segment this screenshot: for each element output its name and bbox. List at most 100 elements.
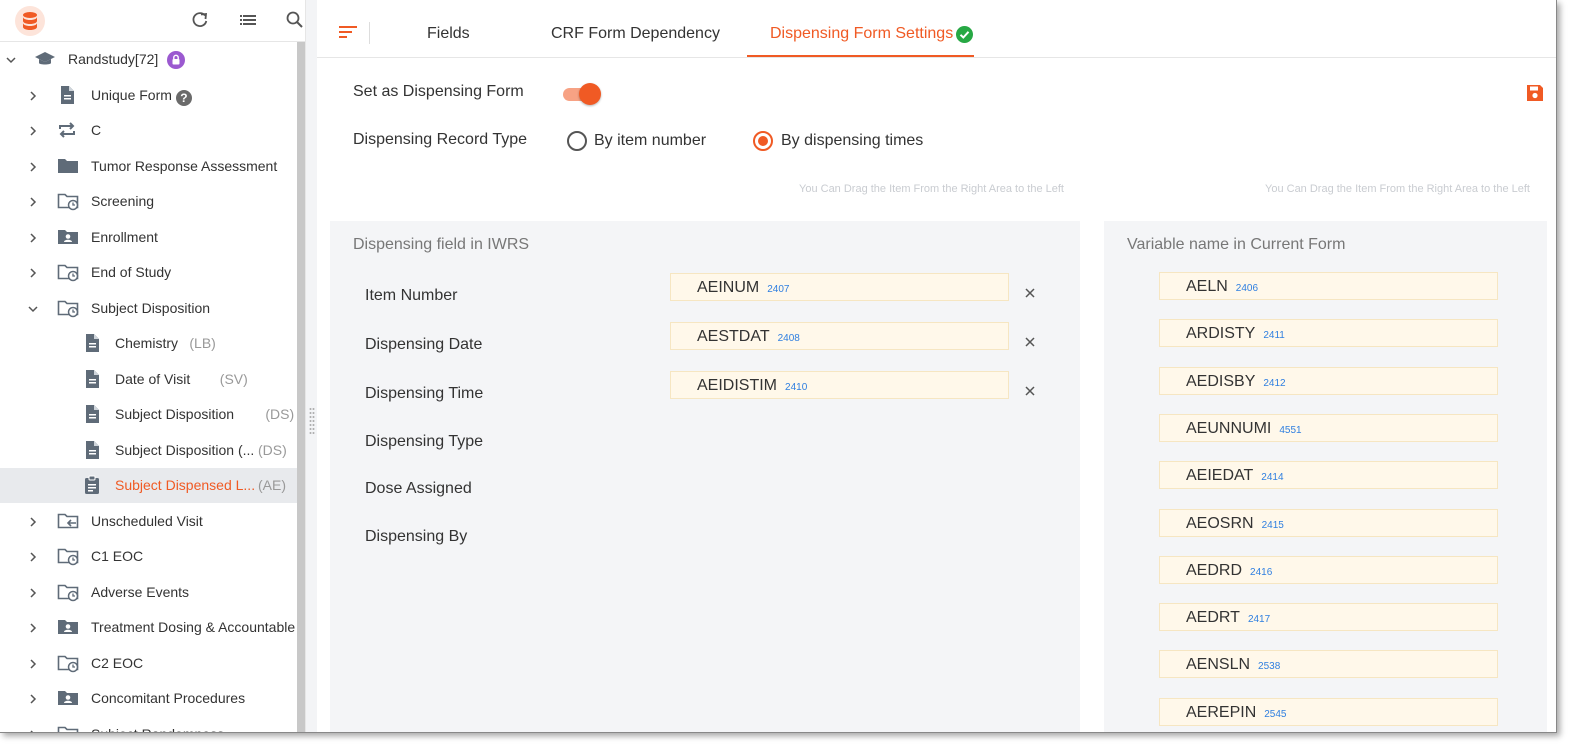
chevron-right-icon[interactable]	[27, 266, 39, 278]
drag-hint-left: You Can Drag the Item From the Right Are…	[799, 183, 1064, 195]
folder-arrow-icon	[57, 511, 79, 531]
tree-item[interactable]: C2 EOC	[0, 646, 297, 681]
remove-mapping-close-icon[interactable]	[1023, 286, 1037, 300]
tree-item[interactable]: End of Study	[0, 255, 297, 290]
chevron-right-icon[interactable]	[27, 621, 39, 633]
app-window: Randstudy[72] Unique Form? C Tumor Response…	[0, 0, 1557, 733]
set-as-dispensing-label: Set as Dispensing Form	[353, 83, 524, 100]
search-icon[interactable]	[285, 10, 305, 30]
tree-item[interactable]: Unscheduled Visit	[0, 504, 297, 539]
sidebar-scrollbar[interactable]	[297, 42, 305, 732]
tree-item[interactable]: Chemistry (LB)	[0, 326, 297, 361]
tree-item-label: Adverse Events	[91, 583, 190, 600]
dispensing-field-label: Dispensing Date	[365, 336, 483, 353]
folder-clock-icon	[57, 582, 79, 602]
panel-splitter[interactable]	[305, 0, 317, 732]
help-icon[interactable]: ?	[175, 89, 192, 106]
dispensing-field-label: Dispensing By	[365, 528, 468, 545]
chevron-down-icon[interactable]	[5, 53, 17, 65]
chevron-right-icon[interactable]	[27, 728, 39, 732]
mapped-variable-id: 2408	[777, 333, 800, 344]
variable-chip[interactable]: AENSLN 2538	[1159, 650, 1498, 679]
variable-id: 2412	[1263, 377, 1286, 389]
tree-item[interactable]: Screening	[0, 184, 297, 219]
tree-item[interactable]: Randstudy[72]	[0, 42, 297, 77]
tree-item[interactable]: Date of Visit (SV)	[0, 362, 297, 397]
chevron-right-icon[interactable]	[27, 515, 39, 527]
tree-item[interactable]: Treatment Dosing & Accountable	[0, 610, 297, 645]
variable-id: 2538	[1258, 661, 1281, 673]
tree-item[interactable]: Concomitant Procedures	[0, 681, 297, 716]
set-as-dispensing-toggle[interactable]	[563, 83, 601, 105]
variable-chip[interactable]: AEREPIN 2545	[1159, 697, 1498, 726]
variable-chip[interactable]: AEDISBY 2412	[1159, 366, 1498, 395]
mapped-variable-chip[interactable]: AEINUM 2407	[670, 273, 1009, 301]
remove-mapping-close-icon[interactable]	[1023, 335, 1037, 349]
variable-chip[interactable]: AEIEDAT 2414	[1159, 461, 1498, 490]
variable-chip[interactable]: AEUNNUMI 4551	[1159, 413, 1498, 442]
save-icon[interactable]	[1525, 83, 1545, 103]
tree-item[interactable]: Tumor Response Assessment	[0, 149, 297, 184]
tree-item[interactable]: Subject Disposition (DS)	[0, 397, 297, 432]
dispensing-field-label: Dispensing Time	[365, 385, 484, 402]
chevron-right-icon[interactable]	[27, 231, 39, 243]
variable-chip[interactable]: ARDISTY 2411	[1159, 319, 1498, 348]
tree-item[interactable]: Subject Disposition (... (DS)	[0, 433, 297, 468]
chevron-right-icon[interactable]	[27, 195, 39, 207]
list-view-icon[interactable]	[238, 10, 258, 30]
record-type-label: Dispensing Record Type	[353, 131, 528, 148]
chevron-right-icon[interactable]	[27, 657, 39, 669]
folder-clock-icon	[57, 546, 79, 566]
variable-chip[interactable]: AEOSRN 2415	[1159, 508, 1498, 537]
variable-id: 2414	[1261, 472, 1284, 484]
variable-chip[interactable]: AEDRD 2416	[1159, 555, 1498, 584]
tab-crf-form-dependency[interactable]: CRF Form Dependency	[551, 25, 720, 43]
folder-clock-icon	[57, 653, 79, 673]
variable-name: AELN 2406	[1186, 278, 1259, 295]
mapped-variable-chip[interactable]: AESTDAT 2408	[670, 322, 1009, 350]
folder-clock-icon	[57, 298, 79, 318]
tab-fields[interactable]: Fields	[427, 25, 470, 43]
variable-id: 2545	[1264, 708, 1287, 720]
remove-mapping-close-icon[interactable]	[1023, 384, 1037, 398]
dispensing-field-panel-title: Dispensing field in IWRS	[353, 236, 530, 253]
variable-id: 2411	[1263, 330, 1285, 342]
folder-person-icon	[57, 227, 78, 247]
variable-chip[interactable]: AEDRT 2417	[1159, 603, 1498, 632]
tree-item[interactable]: C1 EOC	[0, 539, 297, 574]
radio-by-item-number-label[interactable]: By item number	[594, 132, 706, 150]
chevron-right-icon[interactable]	[27, 550, 39, 562]
database-logo-icon	[15, 6, 45, 36]
tree-item[interactable]: Subject Randomness	[0, 717, 297, 732]
mapped-variable-name: AEIDISTIM 2410	[697, 377, 808, 394]
folder-clock-icon	[57, 191, 79, 211]
radio-by-dispensing-times-label[interactable]: By dispensing times	[781, 132, 923, 150]
tree-item[interactable]: Subject Dispensed L... (AE)	[0, 468, 297, 503]
chevron-right-icon[interactable]	[27, 160, 39, 172]
tree-item[interactable]: C	[0, 113, 297, 148]
refresh-icon[interactable]	[190, 10, 210, 30]
tree-item[interactable]: Enrollment	[0, 220, 297, 255]
tab-dispensing-form-settings[interactable]: Dispensing Form Settings	[770, 25, 953, 43]
variable-chip[interactable]: AELN 2406	[1159, 272, 1498, 300]
radio-by-item-number[interactable]	[567, 131, 587, 151]
sort-menu-icon[interactable]	[339, 24, 357, 40]
variable-id: 2406	[1235, 283, 1259, 294]
chevron-down-icon[interactable]	[27, 302, 39, 314]
chevron-right-icon[interactable]	[27, 586, 39, 598]
drag-handle-icon[interactable]	[309, 406, 315, 436]
chevron-right-icon[interactable]	[27, 124, 39, 136]
chevron-right-icon[interactable]	[27, 692, 39, 704]
chevron-right-icon[interactable]	[27, 89, 39, 101]
tree-item-label: Enrollment	[91, 228, 158, 245]
tree-item-label: C2 EOC	[91, 654, 144, 671]
tree-item[interactable]: Subject Disposition	[0, 291, 297, 326]
dispensing-field-panel-header: Dispensing field in IWRS	[330, 221, 1080, 267]
tab-separator	[369, 22, 370, 44]
variable-id: 2415	[1261, 519, 1284, 531]
tree-item[interactable]: Adverse Events	[0, 575, 297, 610]
radio-by-dispensing-times[interactable]	[753, 131, 773, 151]
folder-person-icon	[57, 617, 78, 637]
tree-item[interactable]: Unique Form?	[0, 78, 297, 113]
mapped-variable-chip[interactable]: AEIDISTIM 2410	[670, 371, 1009, 399]
